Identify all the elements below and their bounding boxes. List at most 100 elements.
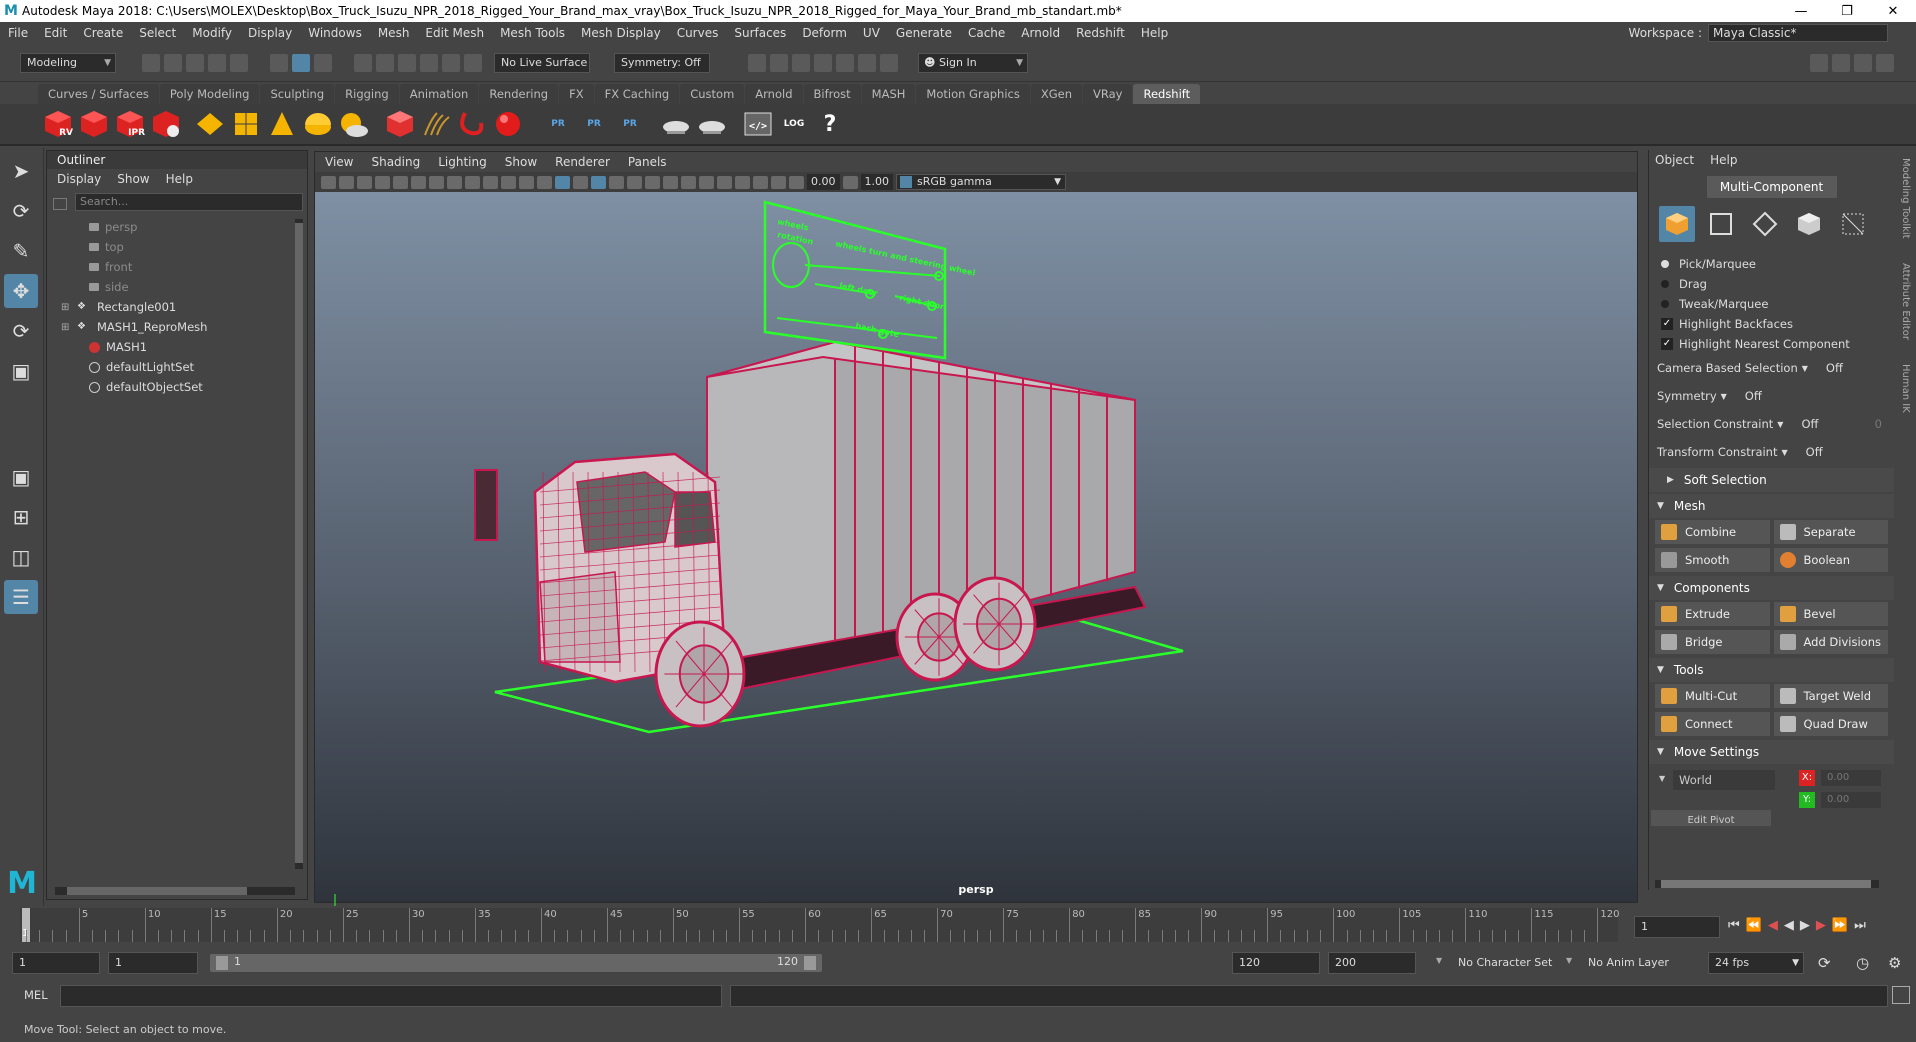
xray-icon[interactable]: [735, 175, 750, 189]
shelf-tab-fx[interactable]: FX: [559, 84, 594, 104]
grease-pencil-icon[interactable]: [393, 175, 408, 189]
playback-start-field[interactable]: 1: [108, 952, 198, 974]
snap-live-icon[interactable]: [442, 53, 460, 72]
render-setup-icon[interactable]: [858, 53, 876, 72]
selection-constraint-row[interactable]: Selection Constraint ▼ Off 0: [1649, 410, 1894, 438]
fps-dropdown[interactable]: 24 fps ▼: [1708, 952, 1804, 974]
playback-end-field[interactable]: 120: [1232, 952, 1320, 974]
viewport-menu-show[interactable]: Show: [505, 152, 537, 172]
image-plane-icon[interactable]: [357, 175, 372, 189]
safe-title-icon[interactable]: [519, 175, 534, 189]
edge-mode-icon[interactable]: [1747, 206, 1783, 242]
redshift-render-icon[interactable]: [79, 108, 109, 140]
2d-pan-zoom-icon[interactable]: [375, 175, 390, 189]
boolean-button[interactable]: Boolean: [1773, 548, 1888, 572]
go-to-end-icon[interactable]: ⏭: [1854, 918, 1866, 933]
close-icon[interactable]: ✕: [1870, 0, 1916, 22]
wireframe-icon[interactable]: [537, 175, 552, 189]
undo-icon[interactable]: [208, 53, 226, 72]
highlight-backfaces-checkbox[interactable]: ✓ Highlight Backfaces: [1649, 314, 1894, 334]
two-pane-layout-icon[interactable]: ◫: [4, 540, 38, 574]
command-language-label[interactable]: MEL: [24, 988, 48, 1002]
symmetry-dropdown[interactable]: Symmetry: Off: [614, 52, 710, 73]
script-editor-icon[interactable]: </>: [743, 108, 773, 140]
xray-joints-icon[interactable]: [753, 175, 768, 189]
menu-file[interactable]: File: [0, 26, 36, 40]
menu-help[interactable]: Help: [1133, 26, 1176, 40]
shelf-tab-arnold[interactable]: Arnold: [745, 84, 803, 104]
lasso-tool-icon[interactable]: ⟳: [4, 194, 38, 228]
menu-generate[interactable]: Generate: [888, 26, 960, 40]
shelf-tab-rendering[interactable]: Rendering: [479, 84, 559, 104]
tweak-marquee-option[interactable]: Tweak/Marquee: [1649, 294, 1894, 314]
live-surface-field[interactable]: No Live Surface: [494, 52, 590, 73]
command-input[interactable]: [60, 985, 722, 1007]
smooth-button[interactable]: Smooth: [1655, 548, 1770, 572]
symmetry-row[interactable]: Symmetry ▼ Off: [1649, 382, 1894, 410]
range-slider-bar[interactable]: 1 120: [210, 954, 822, 972]
select-object-icon[interactable]: [292, 53, 310, 72]
step-forward-icon[interactable]: ⏩: [1832, 918, 1848, 933]
anim-preferences-icon[interactable]: ⚙: [1888, 954, 1901, 972]
object-mode-icon[interactable]: [1659, 206, 1695, 242]
hair-icon[interactable]: [421, 108, 451, 140]
save-scene-icon[interactable]: [186, 53, 204, 72]
film-gate-icon[interactable]: [429, 175, 444, 189]
menu-select[interactable]: Select: [131, 26, 184, 40]
uv-mode-icon[interactable]: [1835, 206, 1871, 242]
move-tool-icon[interactable]: ✥: [4, 274, 38, 308]
outliner-vertical-scrollbar[interactable]: [295, 219, 303, 869]
outliner-item-defaultlightset[interactable]: defaultLightSet: [47, 357, 307, 377]
shelf-tab-bifrost[interactable]: Bifrost: [803, 84, 861, 104]
sphere-icon[interactable]: [493, 108, 523, 140]
menu-curves[interactable]: Curves: [669, 26, 727, 40]
menu-create[interactable]: Create: [75, 26, 131, 40]
channel-box-icon[interactable]: [1876, 53, 1894, 72]
vertex-mode-icon[interactable]: [1703, 206, 1739, 242]
menu-surfaces[interactable]: Surfaces: [726, 26, 794, 40]
pr-proxy-toggle-icon[interactable]: PR: [615, 108, 645, 140]
components-section[interactable]: ▼ Components: [1649, 576, 1894, 600]
safe-action-icon[interactable]: [501, 175, 516, 189]
four-pane-layout-icon[interactable]: ⊞: [4, 500, 38, 534]
menu-display[interactable]: Display: [240, 26, 300, 40]
menu-windows[interactable]: Windows: [300, 26, 370, 40]
menu-mesh-tools[interactable]: Mesh Tools: [492, 26, 573, 40]
separate-button[interactable]: Separate: [1773, 520, 1888, 544]
pick-marquee-option[interactable]: Pick/Marquee: [1649, 254, 1894, 274]
menu-mesh[interactable]: Mesh: [370, 26, 418, 40]
camera-bookmark-icon[interactable]: [339, 175, 354, 189]
smooth-shade-icon[interactable]: [555, 175, 570, 189]
transform-constraint-row[interactable]: Transform Constraint ▼ Off: [1649, 438, 1894, 466]
menu-cache[interactable]: Cache: [960, 26, 1013, 40]
viewport-menu-panels[interactable]: Panels: [628, 152, 667, 172]
filter-icon[interactable]: [53, 198, 67, 210]
viewport-3d-view[interactable]: wheels rotation wheels turn and steering w…: [315, 192, 1637, 917]
paint-select-tool-icon[interactable]: ✎: [4, 234, 38, 268]
bevel-button[interactable]: Bevel: [1773, 602, 1888, 626]
viewport-menu-view[interactable]: View: [325, 152, 353, 172]
workspace-dropdown[interactable]: Maya Classic*: [1708, 24, 1888, 42]
character-set-dropdown[interactable]: No Character Set: [1458, 956, 1552, 969]
side-tab-modeling-toolkit[interactable]: Modeling Toolkit: [1900, 158, 1911, 239]
shelf-tab-curves-surfaces[interactable]: Curves / Surfaces: [38, 84, 159, 104]
play-forwards-icon[interactable]: ▶: [1800, 918, 1810, 933]
shelf-tab-xgen[interactable]: XGen: [1030, 84, 1082, 104]
outliner-item-defaultobjectset[interactable]: defaultObjectSet: [47, 377, 307, 397]
snap-curve-icon[interactable]: [376, 53, 394, 72]
outliner-search-input[interactable]: Search...: [75, 193, 303, 211]
scrollbar-thumb[interactable]: [295, 223, 303, 863]
shelf-tab-mash[interactable]: MASH: [861, 84, 916, 104]
camera-based-selection-row[interactable]: Camera Based Selection ▼ Off: [1649, 354, 1894, 382]
shelf-tab-poly-modeling[interactable]: Poly Modeling: [159, 84, 260, 104]
sun-sky-icon[interactable]: [339, 108, 369, 140]
shelf-tab-motion-graphics[interactable]: Motion Graphics: [916, 84, 1030, 104]
snap-point-icon[interactable]: [398, 53, 416, 72]
range-start-handle[interactable]: [216, 956, 228, 970]
scrollbar-thumb[interactable]: [67, 887, 247, 895]
sign-in-button[interactable]: ☻ Sign In ▼: [918, 52, 1028, 73]
outliner-menu-help[interactable]: Help: [166, 169, 193, 189]
spot-light-icon[interactable]: [267, 108, 297, 140]
ambient-occlusion-icon[interactable]: [663, 175, 678, 189]
modeling-toolkit-icon[interactable]: [1810, 53, 1828, 72]
